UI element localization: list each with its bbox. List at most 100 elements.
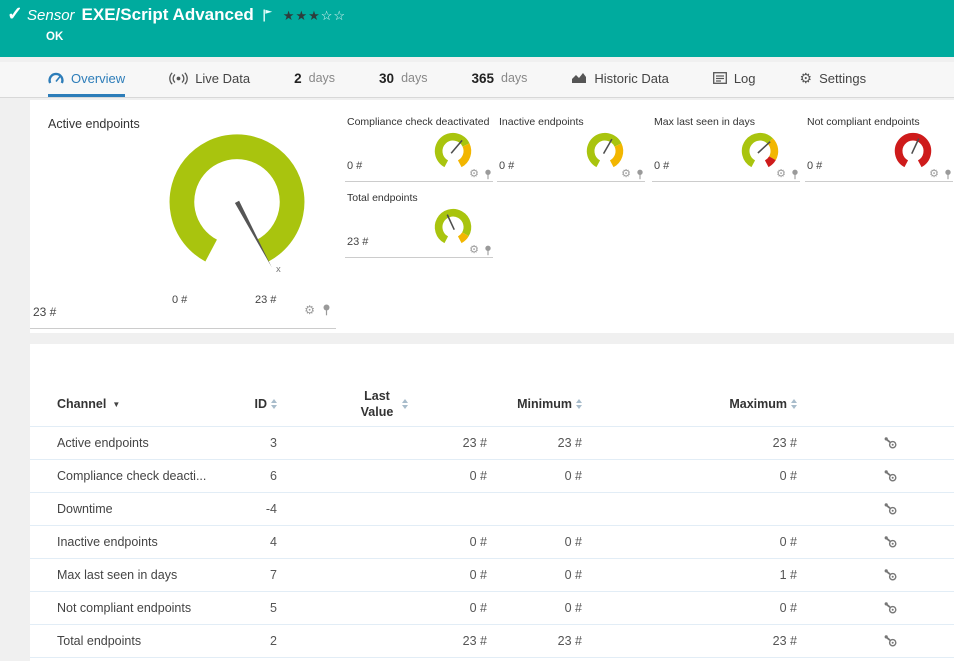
cell-last-value: 23 # (277, 436, 487, 450)
table-row: Not compliant endpoints 5 0 # 0 # 0 # (30, 592, 954, 625)
tab-30-days[interactable]: 30 days (379, 62, 427, 97)
cell-last-value: 0 # (277, 601, 487, 615)
channel-settings-icon[interactable] (797, 502, 954, 516)
channel-settings-icon[interactable] (797, 535, 954, 549)
tab-log[interactable]: Log (713, 62, 756, 97)
gear-icon[interactable]: ⚙ (469, 169, 479, 180)
tab-settings[interactable]: ⚙ Settings (800, 62, 867, 97)
column-label: Channel (57, 397, 106, 411)
gauge-value: 0 # (347, 160, 362, 172)
column-label: ID (255, 397, 268, 411)
cell-maximum: 1 # (582, 568, 797, 582)
ok-check-icon: ✓ (7, 3, 23, 26)
cell-id: 4 (247, 535, 277, 549)
gear-icon[interactable]: ⚙ (469, 245, 479, 256)
tab-live-data[interactable]: Live Data (169, 62, 250, 97)
pin-icon[interactable] (944, 169, 952, 180)
log-list-icon (713, 72, 727, 84)
gauge-arc-yellow (612, 145, 620, 164)
compliance-check-gauge-tile: Compliance check deactivated 0 # ⚙ (345, 116, 493, 182)
tab-historic-data[interactable]: Historic Data (571, 62, 668, 97)
gauge-arc (182, 147, 292, 251)
gauge-needle (447, 215, 454, 230)
cell-minimum: 23 # (487, 436, 582, 450)
sort-toggle-icon[interactable] (402, 399, 408, 409)
channel-settings-icon[interactable] (797, 634, 954, 648)
gauge-tile-actions: ⚙ (621, 169, 644, 180)
sorted-desc-icon: ▼ (112, 400, 120, 409)
column-header-id[interactable]: ID (247, 397, 277, 411)
table-header-row: Channel ▼ ID Last Value Minimum Maximum (30, 382, 954, 427)
gauge-tile-actions: ⚙ (469, 169, 492, 180)
gauge-arc-yellow (460, 234, 466, 240)
gauge-scale-max: 23 # (255, 294, 276, 306)
gear-icon[interactable]: ⚙ (776, 169, 786, 180)
cell-channel: Not compliant endpoints (57, 601, 247, 615)
sensor-title-line: Sensor EXE/Script Advanced ★★★☆☆ (27, 5, 346, 25)
live-data-broadcast-icon (169, 72, 188, 85)
tab-suffix: days (309, 71, 335, 85)
cell-maximum: 23 # (582, 436, 797, 450)
gauge-title: Inactive endpoints (499, 116, 584, 128)
gauge-arc-yellow (460, 145, 468, 164)
channel-settings-icon[interactable] (797, 568, 954, 582)
gauge-tile-actions: ⚙ (776, 169, 799, 180)
cell-id: 3 (247, 436, 277, 450)
column-header-last-value[interactable]: Last Value (277, 388, 487, 421)
favorite-flag-icon[interactable] (263, 9, 273, 22)
cell-minimum: 0 # (487, 568, 582, 582)
gauge-tile-actions: ⚙ (304, 304, 331, 316)
priority-stars[interactable]: ★★★☆☆ (283, 9, 346, 22)
gauge-title: Total endpoints (347, 192, 418, 204)
tab-bar: Overview Live Data 2 days 30 days 365 da… (0, 62, 954, 98)
channel-table-panel: Channel ▼ ID Last Value Minimum Maximum … (30, 344, 954, 661)
gauge-title: Max last seen in days (654, 116, 755, 128)
pin-icon[interactable] (636, 169, 644, 180)
table-row: Total endpoints 2 23 # 23 # 23 # (30, 625, 954, 658)
overview-gauge-icon (48, 72, 64, 85)
tab-suffix: days (401, 71, 427, 85)
pin-icon[interactable] (322, 304, 331, 316)
inactive-endpoints-gauge-tile: Inactive endpoints 0 # ⚙ (497, 116, 645, 182)
tab-2-days[interactable]: 2 days (294, 62, 335, 97)
max-last-seen-gauge-tile: Max last seen in days 0 # ⚙ (652, 116, 800, 182)
settings-gear-icon: ⚙ (800, 71, 813, 85)
tab-label: Live Data (195, 71, 250, 86)
tab-number: 30 (379, 71, 394, 86)
sensor-title: EXE/Script Advanced (82, 5, 254, 25)
channel-settings-icon[interactable] (797, 601, 954, 615)
gauge-needle (758, 142, 770, 153)
column-label: Maximum (729, 397, 787, 411)
gauge-scale-min: 0 # (172, 294, 187, 306)
tab-overview[interactable]: Overview (48, 62, 125, 97)
tab-label: Settings (819, 71, 866, 86)
gauge-value: 23 # (33, 305, 56, 319)
pin-icon[interactable] (484, 169, 492, 180)
table-row: Max last seen in days 7 0 # 0 # 1 # (30, 559, 954, 592)
gauge-value: 0 # (807, 160, 822, 172)
gear-icon[interactable]: ⚙ (929, 169, 939, 180)
pin-icon[interactable] (791, 169, 799, 180)
cell-channel: Total endpoints (57, 634, 247, 648)
channel-settings-icon[interactable] (797, 469, 954, 483)
gauge-dial: x (142, 124, 332, 286)
cell-maximum: 23 # (582, 634, 797, 648)
column-header-maximum[interactable]: Maximum (582, 397, 797, 411)
gauge-needle (604, 139, 612, 153)
gear-icon[interactable]: ⚙ (621, 169, 631, 180)
pin-icon[interactable] (484, 245, 492, 256)
column-header-minimum[interactable]: Minimum (487, 397, 582, 411)
column-header-channel[interactable]: Channel ▼ (57, 397, 247, 411)
sensor-status-bar: ✓ Sensor EXE/Script Advanced ★★★☆☆ OK (0, 0, 954, 57)
tab-label: Overview (71, 71, 125, 86)
cell-minimum: 0 # (487, 601, 582, 615)
gear-icon[interactable]: ⚙ (304, 304, 315, 316)
tab-365-days[interactable]: 365 days (471, 62, 527, 97)
cell-channel: Downtime (57, 502, 247, 516)
stars-empty: ☆☆ (321, 8, 346, 23)
channel-settings-icon[interactable] (797, 436, 954, 450)
sort-toggle-icon[interactable] (791, 399, 797, 409)
gauge-value: 0 # (654, 160, 669, 172)
cell-channel: Compliance check deacti... (57, 469, 247, 483)
column-label: Minimum (517, 397, 572, 411)
